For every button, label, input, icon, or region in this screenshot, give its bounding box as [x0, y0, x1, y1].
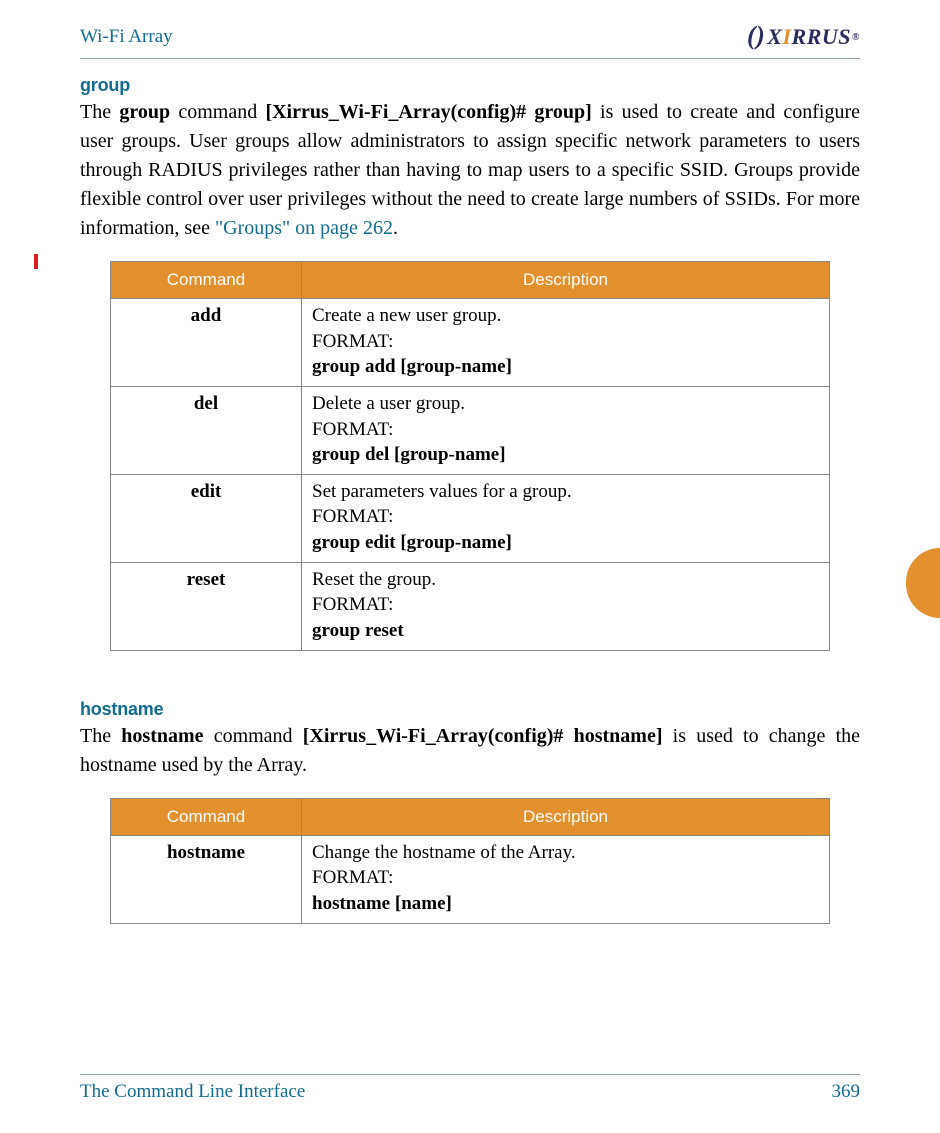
col-header-command: Command [111, 262, 302, 299]
col-header-command: Command [111, 798, 302, 835]
desc-cell: Set parameters values for a group. FORMA… [302, 474, 830, 562]
cmd-cell: edit [111, 474, 302, 562]
table-row: edit Set parameters values for a group. … [111, 474, 830, 562]
text-bold: [Xirrus_Wi-Fi_Array(config)# hostname] [303, 725, 663, 747]
content-area: Wi-Fi Array () XIRRUS® group The group c… [80, 20, 860, 1103]
desc-cell: Delete a user group. FORMAT: group del [… [302, 386, 830, 474]
running-footer: The Command Line Interface 369 [80, 1074, 860, 1103]
text: The [80, 101, 119, 123]
brand-text-rest: RRUS [792, 24, 851, 50]
desc-text: Create a new user group. [312, 303, 819, 329]
desc-format: group edit [group-name] [312, 530, 819, 556]
table-row: reset Reset the group. FORMAT: group res… [111, 562, 830, 650]
header-title: Wi-Fi Array [80, 26, 173, 48]
group-paragraph: The group command [Xirrus_Wi-Fi_Array(co… [80, 98, 860, 243]
cmd-cell: reset [111, 562, 302, 650]
desc-text: Reset the group. [312, 567, 819, 593]
running-header: Wi-Fi Array () XIRRUS® [80, 20, 860, 54]
brand-text-i: I [782, 24, 791, 50]
desc-format: group reset [312, 618, 819, 644]
text: command [170, 101, 265, 123]
hostname-command-table: Command Description hostname Change the … [110, 798, 830, 924]
section-heading-hostname: hostname [80, 699, 860, 720]
text-bold: hostname [121, 725, 203, 747]
logo-swirl-icon: () [747, 21, 765, 51]
col-header-description: Description [302, 262, 830, 299]
cmd-cell: hostname [111, 835, 302, 923]
side-tab [906, 548, 940, 618]
cmd-cell: add [111, 299, 302, 387]
registered-icon: ® [852, 32, 860, 43]
page: Wi-Fi Array () XIRRUS® group The group c… [0, 0, 940, 1133]
text-bold: [Xirrus_Wi-Fi_Array(config)# group] [265, 101, 591, 123]
desc-text: FORMAT: [312, 865, 819, 891]
header-rule [80, 58, 860, 59]
text: The [80, 725, 121, 747]
section-heading-group: group [80, 75, 860, 96]
footer-section: The Command Line Interface [80, 1081, 305, 1103]
hostname-paragraph: The hostname command [Xirrus_Wi-Fi_Array… [80, 722, 860, 780]
table-row: del Delete a user group. FORMAT: group d… [111, 386, 830, 474]
desc-cell: Change the hostname of the Array. FORMAT… [302, 835, 830, 923]
footer-rule [80, 1074, 860, 1075]
margin-marker [34, 254, 38, 269]
table-row: add Create a new user group. FORMAT: gro… [111, 299, 830, 387]
desc-cell: Reset the group. FORMAT: group reset [302, 562, 830, 650]
desc-text: Delete a user group. [312, 391, 819, 417]
desc-cell: Create a new user group. FORMAT: group a… [302, 299, 830, 387]
desc-format: group del [group-name] [312, 442, 819, 468]
spacer [80, 651, 860, 685]
desc-text: Change the hostname of the Array. [312, 840, 819, 866]
desc-text: Set parameters values for a group. [312, 479, 819, 505]
desc-text: FORMAT: [312, 592, 819, 618]
table-row: hostname Change the hostname of the Arra… [111, 835, 830, 923]
text-bold: group [119, 101, 170, 123]
footer-page-number: 369 [832, 1081, 861, 1103]
desc-text: FORMAT: [312, 329, 819, 355]
text: . [393, 217, 398, 239]
group-command-table: Command Description add Create a new use… [110, 261, 830, 651]
cmd-cell: del [111, 386, 302, 474]
cross-ref-link[interactable]: "Groups" on page 262 [215, 217, 393, 239]
col-header-description: Description [302, 798, 830, 835]
text: command [204, 725, 303, 747]
brand-logo: () XIRRUS® [747, 22, 860, 52]
desc-text: FORMAT: [312, 417, 819, 443]
desc-format: group add [group-name] [312, 354, 819, 380]
desc-format: hostname [name] [312, 891, 819, 917]
desc-text: FORMAT: [312, 504, 819, 530]
brand-text-x: X [767, 24, 782, 50]
